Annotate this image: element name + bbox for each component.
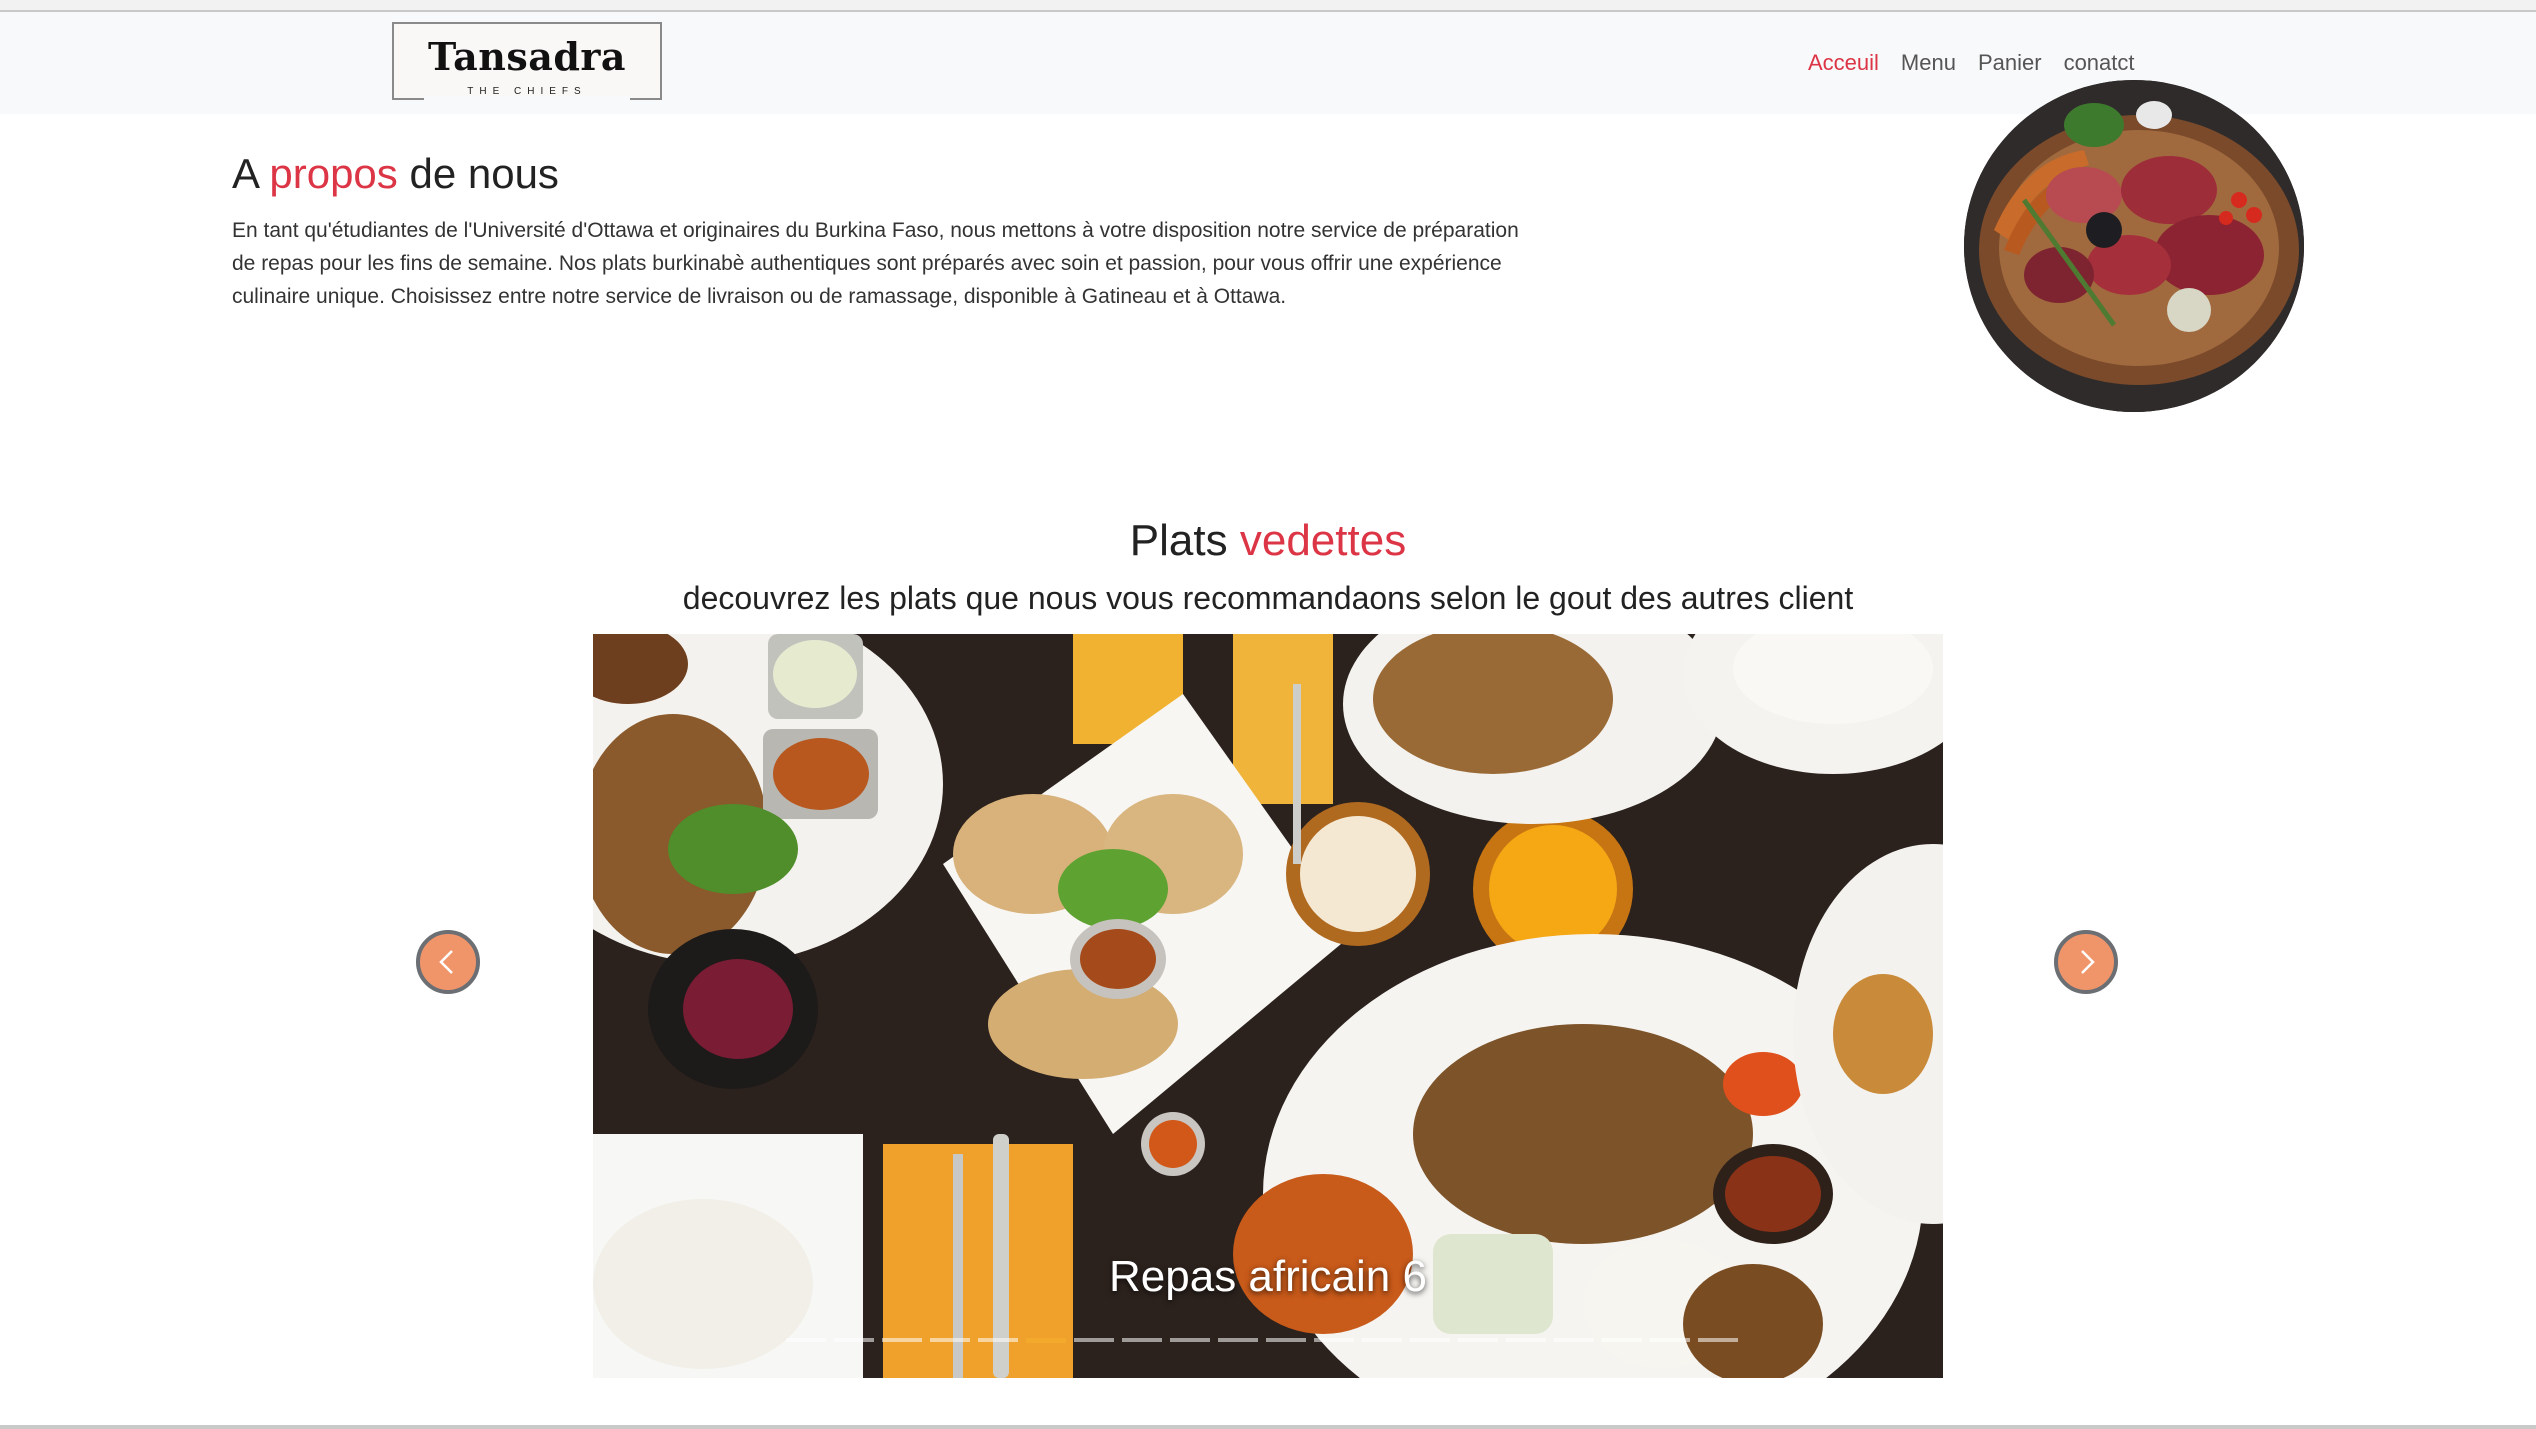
bottom-border [0,1425,2536,1429]
featured-title: Plats vedettes [0,516,2536,566]
carousel-indicator[interactable] [1650,1338,1690,1342]
carousel-indicator[interactable] [1410,1338,1450,1342]
carousel-indicator[interactable] [1458,1338,1498,1342]
about-title-accent: propos [269,150,398,197]
featured-title-accent: vedettes [1239,516,1407,565]
carousel-indicator[interactable] [1218,1338,1258,1342]
carousel-indicator[interactable] [1698,1338,1738,1342]
carousel-indicator[interactable] [834,1338,874,1342]
carousel-indicator[interactable] [1362,1338,1402,1342]
about-meat-platter-image [1964,80,2304,412]
browser-top-border [0,0,2536,12]
nav-link-panier[interactable]: Panier [1978,50,2042,76]
carousel-indicator[interactable] [1602,1338,1642,1342]
chevron-left-icon [439,950,453,974]
nav-link-contact[interactable]: conatct [2064,50,2135,76]
about-title-suffix: de nous [409,150,559,197]
carousel-indicator[interactable] [786,1338,826,1342]
featured-carousel[interactable]: Repas africain 6 [593,634,1943,1378]
nav-link-menu[interactable]: Menu [1901,50,1956,76]
nav-link-acceuil[interactable]: Acceuil [1808,50,1879,76]
carousel-next-button[interactable] [2054,930,2118,994]
about-title: A propos de nous [232,150,559,198]
about-description: En tant qu'étudiantes de l'Université d'… [232,219,1519,308]
carousel-indicator[interactable] [1266,1338,1306,1342]
carousel-indicator[interactable] [1506,1338,1546,1342]
featured-subtitle: decouvrez les plats que nous vous recomm… [682,580,1854,616]
carousel-indicator[interactable] [930,1338,970,1342]
about-title-prefix: A [232,150,258,197]
carousel-indicator[interactable] [1122,1338,1162,1342]
carousel-indicator[interactable] [1314,1338,1354,1342]
carousel-indicator[interactable] [1170,1338,1210,1342]
carousel-prev-button[interactable] [416,930,480,994]
carousel-indicator[interactable] [1026,1338,1066,1343]
carousel-indicators [786,1338,1738,1343]
brand-logo[interactable]: Tansadra THE CHIEFS [392,22,662,100]
brand-name: Tansadra [427,34,627,79]
chevron-right-icon [2081,950,2095,974]
carousel-indicator[interactable] [1554,1338,1594,1342]
carousel-caption: Repas africain 6 [1109,1252,1427,1301]
featured-title-prefix: Plats [1129,516,1228,565]
carousel-indicator[interactable] [1074,1338,1114,1342]
nav-links: Acceuil Menu Panier conatct [1808,50,2135,76]
carousel-indicator[interactable] [978,1338,1018,1342]
carousel-indicator[interactable] [882,1338,922,1342]
